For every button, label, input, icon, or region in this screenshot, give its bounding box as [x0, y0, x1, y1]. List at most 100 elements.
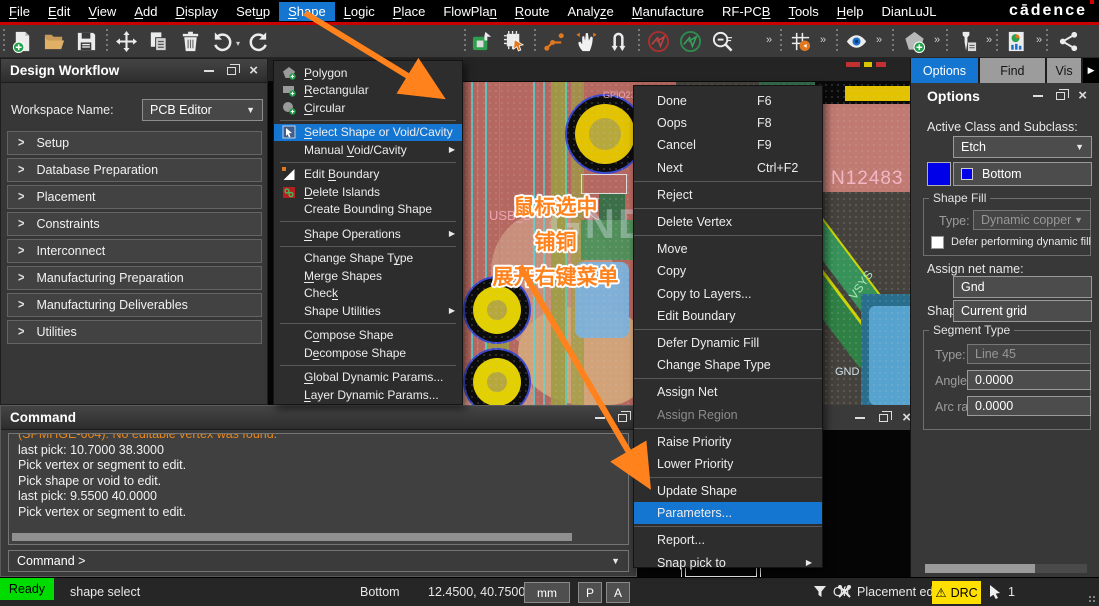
p-button[interactable]: P — [578, 582, 602, 603]
menu-shape[interactable]: Shape — [279, 2, 335, 21]
menu-analyze[interactable]: Analyze — [559, 2, 623, 21]
menu-manufacture[interactable]: Manufacture — [623, 2, 713, 21]
menu-display[interactable]: Display — [166, 2, 227, 21]
tab-scroll-arrow-icon[interactable]: ▶ — [1083, 58, 1099, 83]
segment-type-field[interactable]: Line 45 — [967, 344, 1091, 364]
close-icon[interactable]: × — [1078, 91, 1087, 101]
shape-menu-item-create-bounding-shape[interactable]: Create Bounding Shape — [274, 201, 462, 219]
rats-all-icon[interactable] — [676, 28, 704, 55]
copy-icon[interactable] — [144, 28, 172, 55]
visibility-chevron[interactable]: » — [876, 34, 882, 46]
context-item-reject[interactable]: Reject — [634, 184, 822, 206]
menu-flowplan[interactable]: FlowPlan — [434, 2, 505, 21]
shape-menu-item-global-dynamic-params[interactable]: Global Dynamic Params... — [274, 369, 462, 387]
zoom-out-icon[interactable] — [708, 28, 736, 55]
menu-logic[interactable]: Logic — [335, 2, 384, 21]
application-mode-status[interactable]: Placement edit — [857, 585, 940, 599]
context-item-parameters[interactable]: Parameters... — [634, 502, 822, 524]
net-name-field[interactable]: Gnd — [953, 276, 1092, 298]
class-select[interactable]: Etch▼ — [953, 136, 1092, 158]
pan-icon[interactable] — [572, 28, 600, 55]
workflow-item-manufacturing-preparation[interactable]: >Manufacturing Preparation — [7, 266, 262, 290]
shape-add-icon[interactable] — [900, 28, 928, 55]
shape-menu-item-edit-boundary[interactable]: Edit Boundary — [274, 166, 462, 184]
shape-menu-item-select-shape-or-void[interactable]: Select Shape or Void/Cavity — [274, 124, 462, 142]
workflow-item-constraints[interactable]: >Constraints — [7, 212, 262, 236]
tab-options[interactable]: Options — [911, 58, 978, 83]
context-item-copy-to-layers[interactable]: Copy to Layers... — [634, 283, 822, 305]
minimize-icon[interactable] — [855, 417, 865, 419]
context-item-update-shape[interactable]: Update Shape — [634, 480, 822, 502]
minimize-icon[interactable] — [1033, 95, 1043, 97]
workflow-item-setup[interactable]: >Setup — [7, 131, 262, 155]
chip-select-icon[interactable] — [500, 28, 528, 55]
menu-tools[interactable]: Tools — [779, 2, 827, 21]
new-drawing-icon[interactable] — [8, 28, 36, 55]
share-icon[interactable] — [1054, 28, 1082, 55]
menu-view[interactable]: View — [79, 2, 125, 21]
tab-visibility[interactable]: Vis — [1047, 58, 1081, 83]
drill-chevron[interactable]: » — [986, 34, 992, 46]
angle-field[interactable]: 0.0000 — [967, 370, 1091, 390]
tab-find[interactable]: Find — [980, 58, 1045, 83]
menu-edit[interactable]: Edit — [39, 2, 79, 21]
menu-setup[interactable]: Setup — [227, 2, 279, 21]
shape-menu-item-decompose-shape[interactable]: Decompose Shape — [274, 344, 462, 362]
shape-menu-item-change-shape-type[interactable]: Change Shape Type — [274, 250, 462, 268]
swap-icon[interactable] — [604, 28, 632, 55]
workflow-item-database-preparation[interactable]: >Database Preparation — [7, 158, 262, 182]
shape-menu-item-layer-dynamic-params[interactable]: Layer Dynamic Params... — [274, 386, 462, 404]
open-icon[interactable] — [40, 28, 68, 55]
context-item-move[interactable]: Move — [634, 238, 822, 260]
shape-menu-item-compose-shape[interactable]: Compose Shape — [274, 327, 462, 345]
shape-menu-item-shape-operations[interactable]: Shape Operations▶ — [274, 225, 462, 243]
shape-menu-item-circular[interactable]: Circular — [274, 99, 462, 117]
menu-route[interactable]: Route — [506, 2, 559, 21]
move-icon[interactable] — [112, 28, 140, 55]
shape-menu-item-merge-shapes[interactable]: Merge Shapes — [274, 267, 462, 285]
defer-fill-checkbox[interactable] — [931, 236, 944, 249]
context-item-edit-boundary[interactable]: Edit Boundary — [634, 305, 822, 327]
context-item-lower-priority[interactable]: Lower Priority — [634, 453, 822, 475]
undo-dropdown-caret[interactable]: ▾ — [236, 39, 240, 48]
undo-icon[interactable] — [208, 28, 236, 55]
drc-button[interactable]: ⚠ DRC — [932, 581, 981, 604]
shape-menu-item-manual-void[interactable]: Manual Void/Cavity▶ — [274, 141, 462, 159]
context-item-change-shape-type[interactable]: Change Shape Type — [634, 354, 822, 376]
shape-menu-item-polygon[interactable]: Polygon — [274, 64, 462, 82]
context-item-oops[interactable]: OopsF8 — [634, 112, 822, 134]
units-button[interactable]: mm — [524, 582, 570, 603]
toolbar-overflow-chevron[interactable]: » — [766, 34, 772, 46]
context-item-snap-pick-to[interactable]: Snap pick to▶ — [634, 552, 822, 574]
delete-icon[interactable] — [176, 28, 204, 55]
board-icon[interactable] — [468, 28, 496, 55]
context-item-next[interactable]: NextCtrl+F2 — [634, 157, 822, 179]
context-item-copy[interactable]: Copy — [634, 260, 822, 282]
workflow-item-utilities[interactable]: >Utilities — [7, 320, 262, 344]
shape-menu-item-rectangular[interactable]: Rectangular — [274, 82, 462, 100]
reports-icon[interactable] — [1002, 28, 1030, 55]
context-item-done[interactable]: DoneF6 — [634, 90, 822, 112]
shape-menu-item-delete-islands[interactable]: Delete Islands — [274, 183, 462, 201]
restore-icon[interactable] — [227, 67, 236, 75]
drill-icon[interactable] — [952, 28, 980, 55]
context-item-defer-dynamic-fill[interactable]: Defer Dynamic Fill — [634, 332, 822, 354]
arc-radius-field[interactable]: 0.0000 — [967, 396, 1091, 416]
restore-icon[interactable] — [879, 414, 888, 422]
close-icon[interactable]: × — [249, 66, 258, 76]
menu-place[interactable]: Place — [384, 2, 435, 21]
minimize-icon[interactable] — [595, 417, 605, 419]
menu-add[interactable]: Add — [125, 2, 166, 21]
unrats-all-icon[interactable] — [644, 28, 672, 55]
context-item-cancel[interactable]: CancelF9 — [634, 134, 822, 156]
workflow-item-placement[interactable]: >Placement — [7, 185, 262, 209]
active-layer-color-swatch[interactable] — [927, 162, 951, 186]
menu-rf-pcb[interactable]: RF-PCB — [713, 2, 779, 21]
resize-grip[interactable] — [1088, 595, 1096, 603]
minimize-icon[interactable] — [204, 70, 214, 72]
menu-file[interactable]: File — [0, 2, 39, 21]
shape-grid-select[interactable]: Current grid — [953, 300, 1092, 322]
shape-menu-item-shape-utilities[interactable]: Shape Utilities▶ — [274, 302, 462, 320]
context-item-delete-vertex[interactable]: Delete Vertex — [634, 211, 822, 233]
grid-chevron[interactable]: » — [820, 34, 826, 46]
